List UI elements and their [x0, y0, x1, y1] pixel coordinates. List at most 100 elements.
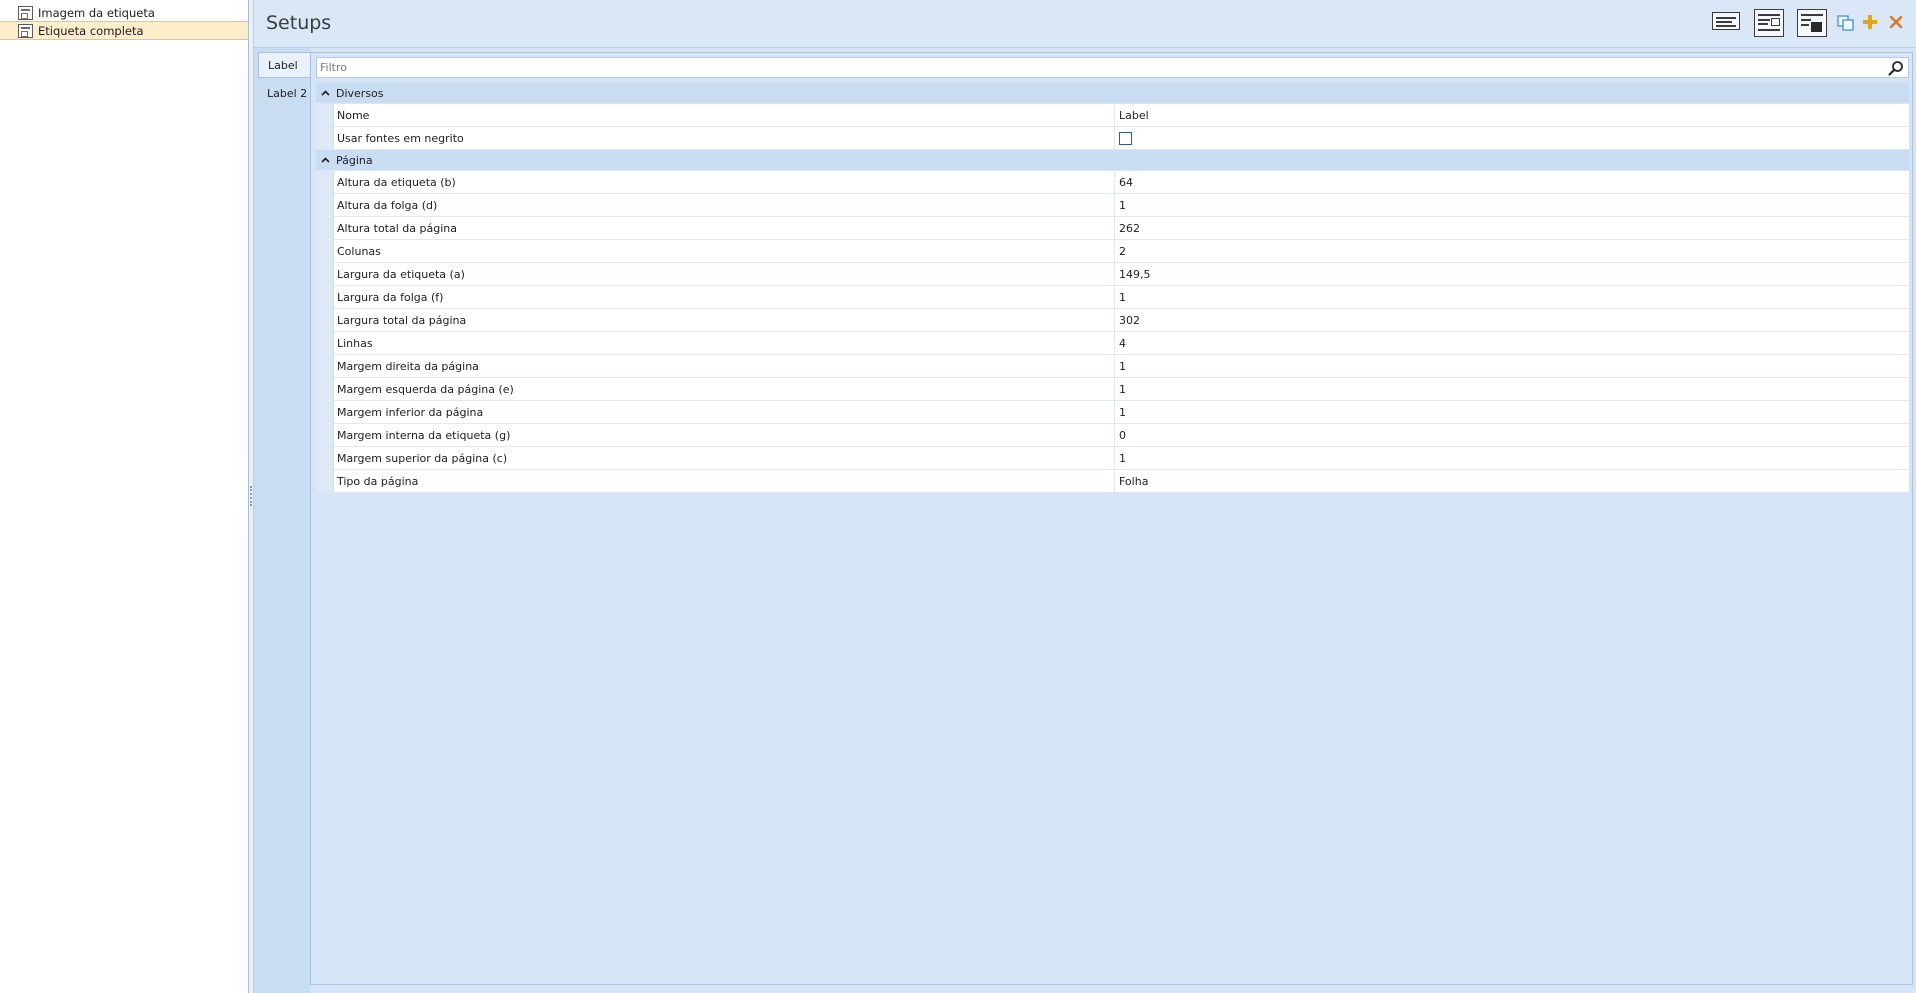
property-row[interactable]: Linhas 4	[316, 332, 1909, 355]
tab-label-text: Label 2	[267, 86, 308, 100]
property-value[interactable]: 302	[1115, 309, 1909, 332]
property-row[interactable]: Margem inferior da página 1	[316, 401, 1909, 424]
row-gutter	[316, 355, 334, 378]
tab-label-2[interactable]: Label 2	[258, 80, 310, 106]
property-value[interactable]: 1	[1115, 447, 1909, 470]
page-title: Setups	[266, 12, 332, 34]
property-name: Tipo da página	[334, 470, 1115, 493]
close-icon	[1889, 15, 1903, 29]
property-value[interactable]: 2	[1115, 240, 1909, 263]
property-row[interactable]: Altura da etiqueta (b) 64	[316, 171, 1909, 194]
bold-fonts-checkbox[interactable]	[1119, 132, 1132, 145]
layout-text-icon	[1712, 12, 1740, 30]
tree-item-imagem-da-etiqueta[interactable]: Imagem da etiqueta	[0, 3, 248, 22]
tab-label[interactable]: Label	[258, 52, 310, 78]
property-row[interactable]: Usar fontes em negrito	[316, 127, 1909, 150]
property-value[interactable]: 1	[1115, 286, 1909, 309]
row-gutter	[316, 240, 334, 263]
property-value[interactable]: 1	[1115, 401, 1909, 424]
search-icon[interactable]	[1888, 60, 1904, 76]
add-icon	[1863, 15, 1877, 29]
property-name: Margem inferior da página	[334, 401, 1115, 424]
category-row[interactable]: Página	[316, 150, 1909, 171]
property-value[interactable]: 1	[1115, 194, 1909, 217]
row-gutter	[316, 309, 334, 332]
property-row[interactable]: Largura total da página 302	[316, 309, 1909, 332]
layout-image-button[interactable]	[1797, 9, 1827, 37]
property-row[interactable]: Largura da folga (f) 1	[316, 286, 1909, 309]
property-value[interactable]	[1115, 127, 1909, 150]
copy-button[interactable]	[1837, 15, 1855, 31]
layout-text-button[interactable]	[1712, 12, 1740, 30]
tab-label-text: Label	[268, 58, 298, 72]
splitter-grip-icon[interactable]	[250, 486, 252, 506]
property-panel: Diversos NomeLabelUsar fontes em negrito P…	[310, 52, 1913, 985]
property-value[interactable]: Folha	[1115, 470, 1909, 493]
copy-icon	[1837, 15, 1854, 31]
property-name: Largura da etiqueta (a)	[334, 263, 1115, 286]
category-row[interactable]: Diversos	[316, 83, 1909, 104]
property-row[interactable]: Tipo da página Folha	[316, 470, 1909, 493]
property-row[interactable]: Margem esquerda da página (e) 1	[316, 378, 1909, 401]
property-name: Linhas	[334, 332, 1115, 355]
property-value[interactable]: 149,5	[1115, 263, 1909, 286]
property-name: Colunas	[334, 240, 1115, 263]
row-gutter	[316, 171, 334, 194]
property-name: Altura total da página	[334, 217, 1115, 240]
property-row[interactable]: Nome Label	[316, 104, 1909, 127]
property-row[interactable]: Colunas 2	[316, 240, 1909, 263]
property-name: Margem superior da página (c)	[334, 447, 1115, 470]
property-value[interactable]: Label	[1115, 104, 1909, 127]
row-gutter	[316, 286, 334, 309]
title-bar: Setups	[254, 0, 1916, 48]
row-gutter	[316, 424, 334, 447]
row-gutter	[316, 378, 334, 401]
property-row[interactable]: Altura total da página 262	[316, 217, 1909, 240]
close-button[interactable]	[1889, 15, 1903, 29]
property-name: Margem direita da página	[334, 355, 1115, 378]
left-panel: Imagem da etiqueta Etiqueta completa	[0, 0, 249, 993]
layout-form-icon	[1754, 9, 1784, 37]
tree-item-etiqueta-completa[interactable]: Etiqueta completa	[0, 21, 248, 40]
row-gutter	[316, 470, 334, 493]
filter-input[interactable]	[317, 58, 1877, 77]
property-row[interactable]: Altura da folga (d) 1	[316, 194, 1909, 217]
chevron-up-icon[interactable]	[316, 150, 334, 171]
property-name: Largura total da página	[334, 309, 1115, 332]
property-name: Largura da folga (f)	[334, 286, 1115, 309]
property-row[interactable]: Largura da etiqueta (a) 149,5	[316, 263, 1909, 286]
full-label-icon	[18, 23, 33, 38]
row-gutter	[316, 194, 334, 217]
row-gutter	[316, 104, 334, 127]
property-row[interactable]: Margem interna da etiqueta (g) 0	[316, 424, 1909, 447]
tab-strip: Label Label 2 ⌃⌄	[254, 48, 310, 993]
property-name: Margem interna da etiqueta (g)	[334, 424, 1115, 447]
row-gutter	[316, 401, 334, 424]
property-row[interactable]: Margem direita da página 1	[316, 355, 1909, 378]
category-label: Página	[336, 153, 373, 167]
property-value[interactable]: 64	[1115, 171, 1909, 194]
property-value[interactable]: 4	[1115, 332, 1909, 355]
property-value[interactable]: 0	[1115, 424, 1909, 447]
layout-form-button[interactable]	[1754, 9, 1784, 37]
main-area: Setups Label Label 2 Filtro Diversos Nom…	[253, 0, 1916, 993]
tree-item-label: Imagem da etiqueta	[38, 5, 155, 20]
property-name: Margem esquerda da página (e)	[334, 378, 1115, 401]
property-value[interactable]: 1	[1115, 355, 1909, 378]
chevron-up-icon[interactable]	[316, 83, 334, 104]
row-gutter	[316, 127, 334, 150]
tree-item-label: Etiqueta completa	[38, 23, 144, 38]
filter-box	[316, 57, 1909, 78]
row-gutter	[316, 447, 334, 470]
category-label: Diversos	[336, 86, 384, 100]
property-name: Altura da etiqueta (b)	[334, 171, 1115, 194]
property-value[interactable]: 262	[1115, 217, 1909, 240]
property-name: Usar fontes em negrito	[334, 127, 1115, 150]
property-value[interactable]: 1	[1115, 378, 1909, 401]
row-gutter	[316, 217, 334, 240]
property-row[interactable]: Margem superior da página (c) 1	[316, 447, 1909, 470]
property-grid: Diversos Nome Label Usar fontes em negrito P…	[316, 83, 1909, 493]
add-button[interactable]	[1862, 14, 1878, 30]
label-image-icon	[18, 5, 33, 20]
property-name: Altura da folga (d)	[334, 194, 1115, 217]
